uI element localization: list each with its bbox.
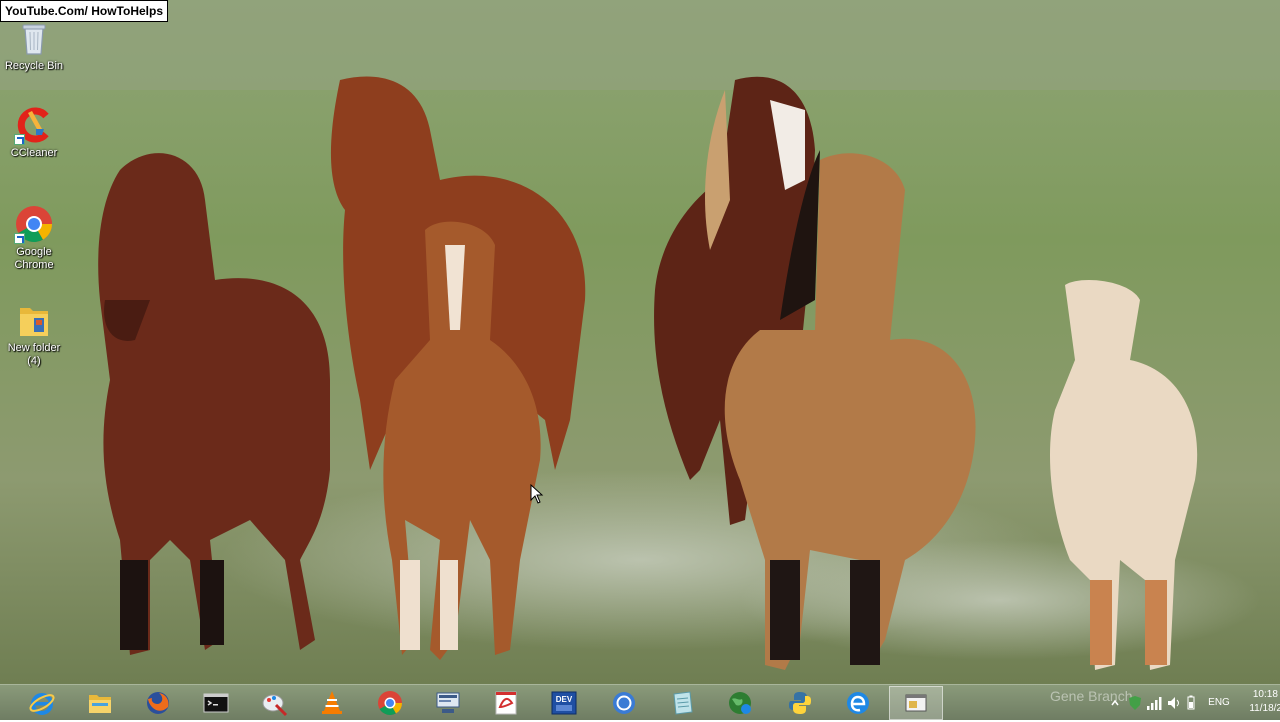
battery-icon[interactable] — [1186, 695, 1196, 711]
notepad-app-icon — [668, 689, 696, 717]
edge-icon — [844, 689, 872, 717]
taskbar-button-globe-network[interactable] — [713, 686, 767, 720]
recycle-bin-icon — [14, 18, 54, 58]
desktop-icon-label: New folder (4) — [7, 342, 61, 367]
taskbar-button-dev-cpp[interactable]: DEV — [537, 686, 591, 720]
active-window-icon — [902, 689, 930, 717]
taskbar-button-file-explorer[interactable] — [73, 686, 127, 720]
taskbar-button-active-window[interactable] — [889, 686, 943, 720]
dev-cpp-icon: DEV — [550, 689, 578, 717]
globe-network-icon — [726, 689, 754, 717]
taskbar-button-acrobat-reader[interactable] — [479, 686, 533, 720]
clock-time: 10:18 AM — [1252, 689, 1280, 700]
taskbar-button-edge[interactable] — [831, 686, 885, 720]
vlc-icon — [318, 689, 346, 717]
show-hidden-icons-chevron-icon[interactable] — [1110, 695, 1120, 711]
taskbar-button-chrome[interactable] — [363, 686, 417, 720]
clock-date: 11/18/2018 — [1249, 703, 1280, 714]
taskbar-button-vlc[interactable] — [305, 686, 359, 720]
python-icon — [786, 689, 814, 717]
taskbar-button-network-app[interactable] — [421, 686, 475, 720]
folder-icon — [14, 300, 54, 340]
input-language-indicator[interactable]: ENG — [1204, 685, 1234, 721]
network-app-icon — [434, 689, 462, 717]
command-prompt-icon — [202, 689, 230, 717]
desktop-icon-recycle-bin[interactable]: Recycle Bin — [2, 18, 66, 73]
desktop-icon-label: CCleaner — [10, 147, 58, 159]
desktop-icon-google-chrome[interactable]: Google Chrome — [2, 204, 66, 272]
taskbar-button-notepad-app[interactable] — [655, 686, 709, 720]
taskbar-button-python[interactable] — [773, 686, 827, 720]
internet-explorer-icon — [28, 689, 56, 717]
overlay-ghost-text: Gene Branch — [1050, 688, 1133, 704]
desktop-icon-ccleaner[interactable]: CCleaner — [2, 105, 66, 160]
shortcut-arrow-icon — [14, 233, 25, 244]
system-tray: Gene Branch ENG 10:18 AM 11/18/2018 — [1050, 685, 1280, 721]
security-shield-icon[interactable] — [1128, 695, 1142, 711]
acrobat-reader-icon — [492, 689, 520, 717]
ccleaner-icon — [14, 105, 54, 145]
taskbar: DEV Gene Branch ENG 10:18 11/18/2 — [0, 684, 1280, 720]
channel-watermark: YouTube.Com/ HowToHelps — [0, 0, 168, 22]
paint-tool-icon — [260, 689, 288, 717]
taskbar-clock[interactable]: 10:18 AM 11/18/2018 — [1236, 688, 1280, 716]
network-signal-icon[interactable] — [1146, 695, 1162, 711]
cortana-circle-icon — [610, 689, 638, 717]
desktop-wallpaper — [0, 0, 1280, 684]
taskbar-button-internet-explorer[interactable] — [15, 686, 69, 720]
shortcut-arrow-icon — [14, 134, 25, 145]
svg-text:DEV: DEV — [556, 695, 573, 704]
taskbar-button-firefox[interactable] — [131, 686, 185, 720]
mouse-cursor-icon — [530, 483, 544, 509]
volume-speaker-icon[interactable] — [1166, 695, 1182, 711]
chrome-icon — [376, 689, 404, 717]
firefox-icon — [144, 689, 172, 717]
taskbar-button-cortana[interactable] — [597, 686, 651, 720]
file-explorer-icon — [86, 689, 114, 717]
taskbar-button-command-prompt[interactable] — [189, 686, 243, 720]
desktop-icon-label: Recycle Bin — [4, 60, 64, 72]
taskbar-button-paint-tool[interactable] — [247, 686, 301, 720]
desktop-icon-label: Google Chrome — [14, 246, 54, 271]
desktop-icon-new-folder[interactable]: New folder (4) — [2, 300, 66, 368]
chrome-icon — [14, 204, 54, 244]
